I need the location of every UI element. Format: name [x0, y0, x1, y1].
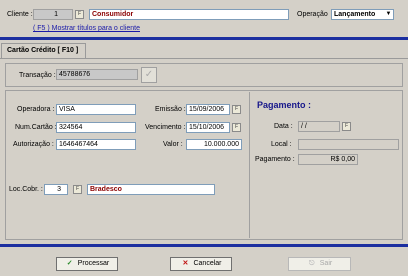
exit-icon: ⎋ [308, 260, 315, 267]
pag-valor-field[interactable]: R$ 0,00 [298, 154, 358, 165]
pag-local-label: Local : [271, 141, 292, 148]
valor-field[interactable]: 10.000.000 [186, 139, 242, 150]
pagamento-divider [249, 92, 250, 238]
loccobr-label: Loc.Cobr. : [9, 186, 43, 193]
processar-button[interactable]: ✓ Processar [56, 257, 118, 271]
check-icon[interactable]: ✓ [141, 67, 157, 83]
autorizacao-label: Autorização : [13, 141, 54, 148]
pag-data-label: Data : [274, 123, 293, 130]
pag-valor-label: Pagamento : [255, 156, 295, 163]
window: Cliente : 1 F Consumidor Operação Lançam… [0, 0, 408, 276]
loccobr-code-field[interactable]: 3 [44, 184, 68, 195]
tab-label: Cartão Crédito [ F10 ] [7, 47, 79, 54]
cliente-label: Cliente : [7, 11, 33, 18]
sair-label: Sair [319, 260, 333, 267]
vencimento-label: Vencimento : [145, 124, 186, 131]
emissao-calendar-button[interactable]: F [232, 105, 241, 114]
tab-cartao-credito[interactable]: Cartão Crédito [ F10 ] [1, 43, 86, 58]
operadora-label: Operadora : [17, 106, 55, 113]
tab-divider [0, 58, 408, 59]
pag-local-field[interactable] [298, 139, 399, 150]
chevron-down-icon[interactable]: ▼ [384, 10, 393, 19]
cliente-search-button[interactable]: F [75, 10, 84, 19]
sair-button[interactable]: ⎋ Sair [288, 257, 351, 271]
emissao-label: Emissão : [155, 106, 186, 113]
transacao-label: Transação : [19, 72, 56, 79]
check-icon: ✓ [66, 260, 73, 267]
emissao-field[interactable]: 15/09/2006 [186, 104, 230, 115]
processar-label: Processar [77, 260, 110, 267]
cliente-code-field[interactable]: 1 [33, 9, 73, 20]
pagamento-title: Pagamento : [257, 100, 312, 110]
cancelar-label: Cancelar [193, 260, 222, 267]
autorizacao-field[interactable]: 1646467464 [56, 139, 136, 150]
loccobr-search-button[interactable]: F [73, 185, 82, 194]
pag-data-field[interactable]: / / [298, 121, 340, 132]
numcartao-field[interactable]: 324564 [56, 122, 136, 133]
transacao-field[interactable]: 45788676 [56, 69, 138, 80]
numcartao-label: Num.Cartão : [15, 124, 57, 131]
valor-label: Valor : [163, 141, 183, 148]
operacao-label: Operação [297, 11, 328, 18]
bottom-accent-bar [0, 244, 408, 247]
close-icon: ✕ [182, 260, 189, 267]
vencimento-calendar-button[interactable]: F [232, 123, 241, 132]
top-accent-bar [0, 37, 408, 40]
loccobr-name-field[interactable]: Bradesco [87, 184, 215, 195]
cliente-name-field[interactable]: Consumidor [89, 9, 289, 20]
cancelar-button[interactable]: ✕ Cancelar [170, 257, 232, 271]
show-titles-link[interactable]: ( F5 ) Mostrar títulos para o cliente [33, 25, 140, 32]
vencimento-field[interactable]: 15/10/2006 [186, 122, 230, 133]
pag-data-calendar-button[interactable]: F [342, 122, 351, 131]
operadora-field[interactable]: VISA [56, 104, 136, 115]
